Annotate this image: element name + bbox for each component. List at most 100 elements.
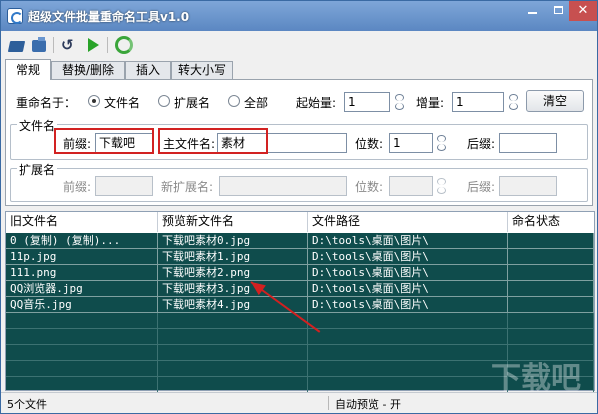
extension-group-title: 扩展名 <box>17 161 58 178</box>
tab-general[interactable]: 常规 <box>5 59 51 80</box>
rename-target-label: 重命名于： <box>16 96 77 110</box>
undo-icon: ↺ <box>61 36 74 54</box>
cell-old-name: QQ浏览器.jpg <box>6 281 158 297</box>
close-icon: ✕ <box>577 3 589 18</box>
toolbar-separator <box>107 37 108 53</box>
column-header-old-name[interactable]: 旧文件名 <box>6 212 158 232</box>
stepper-down-icon <box>509 103 518 110</box>
status-separator <box>328 396 329 410</box>
stepper-up-icon <box>437 135 446 142</box>
toolbar: ↺ <box>1 31 597 59</box>
open-folder-button[interactable] <box>31 37 49 53</box>
start-value-input[interactable]: 1 <box>344 92 390 112</box>
radio-extension[interactable] <box>158 95 170 107</box>
stepper-down-icon <box>437 187 446 194</box>
new-extension-input[interactable] <box>219 176 347 196</box>
ext-digits-input[interactable] <box>389 176 433 196</box>
app-window: 超级文件批量重命名工具v1.0 ✕ ↺ 常规 替换/删除 插入 转大小写 重命名… <box>0 0 598 414</box>
cell-new-name: 下载吧素材1.jpg <box>158 249 308 265</box>
cell-path: D:\tools\桌面\图片\ <box>308 265 508 281</box>
digits-label: 位数: <box>355 137 384 151</box>
radio-filename[interactable] <box>88 95 100 107</box>
empty-cell <box>508 329 594 345</box>
filename-group-title: 文件名 <box>17 117 58 134</box>
suffix-label: 后缀: <box>467 137 496 151</box>
new-extension-label: 新扩展名: <box>161 180 214 194</box>
maximize-button[interactable] <box>545 1 571 21</box>
minimize-icon <box>527 12 537 14</box>
ext-prefix-input[interactable] <box>95 176 153 196</box>
empty-cell <box>158 361 308 377</box>
empty-cell <box>6 313 158 329</box>
cell-status <box>508 249 594 265</box>
table-row[interactable]: QQ浏览器.jpg 下载吧素材3.jpg D:\tools\桌面\图片\ <box>6 281 594 297</box>
empty-cell <box>158 313 308 329</box>
cell-new-name: 下载吧素材0.jpg <box>158 233 308 249</box>
increment-input[interactable]: 1 <box>452 92 504 112</box>
open-files-icon <box>7 41 26 52</box>
maximize-icon <box>553 6 563 14</box>
stepper-down-icon <box>437 144 446 151</box>
toolbar-separator <box>53 37 54 53</box>
title-bar: 超级文件批量重命名工具v1.0 ✕ <box>1 1 597 31</box>
table-row[interactable]: QQ音乐.jpg 下载吧素材4.jpg D:\tools\桌面\图片\ <box>6 297 594 313</box>
radio-all[interactable] <box>228 95 240 107</box>
column-header-new-name[interactable]: 预览新文件名 <box>158 212 308 232</box>
cell-new-name: 下载吧素材3.jpg <box>158 281 308 297</box>
stepper-down-icon <box>395 103 404 110</box>
extension-group: 扩展名 前缀: 新扩展名: 位数: 后缀: <box>10 161 588 202</box>
tab-replace-delete[interactable]: 替换/删除 <box>51 61 125 79</box>
recycle-icon[interactable] <box>115 36 133 54</box>
close-button[interactable]: ✕ <box>569 1 597 21</box>
minimize-button[interactable] <box>519 1 545 21</box>
cell-status <box>508 265 594 281</box>
increment-stepper[interactable] <box>507 92 521 112</box>
cell-old-name: 11p.jpg <box>6 249 158 265</box>
stepper-up-icon <box>509 94 518 101</box>
ext-digits-stepper[interactable] <box>435 176 449 196</box>
digits-input[interactable]: 1 <box>389 133 433 153</box>
tab-case-convert[interactable]: 转大小写 <box>171 61 233 79</box>
start-value-stepper[interactable] <box>393 92 407 112</box>
open-files-button[interactable] <box>7 37 27 53</box>
app-icon <box>7 8 23 24</box>
run-rename-button[interactable] <box>85 37 103 53</box>
empty-cell <box>308 329 508 345</box>
cell-path: D:\tools\桌面\图片\ <box>308 281 508 297</box>
radio-all-label: 全部 <box>244 96 269 110</box>
folder-icon <box>32 37 46 52</box>
table-row[interactable]: 111.png 下载吧素材2.png D:\tools\桌面\图片\ <box>6 265 594 281</box>
digits-stepper[interactable] <box>435 133 449 153</box>
ext-prefix-label: 前缀: <box>63 180 92 194</box>
cell-status <box>508 297 594 313</box>
ext-digits-label: 位数: <box>355 180 384 194</box>
cell-status <box>508 233 594 249</box>
column-header-status[interactable]: 命名状态 <box>508 212 594 232</box>
cell-path: D:\tools\桌面\图片\ <box>308 249 508 265</box>
cell-status <box>508 281 594 297</box>
play-icon <box>88 38 99 52</box>
cell-path: D:\tools\桌面\图片\ <box>308 297 508 313</box>
watermark-logo: 下载吧 <box>491 361 581 396</box>
file-count: 5个文件 <box>7 398 47 411</box>
empty-cell <box>308 377 508 393</box>
start-label: 起始量: <box>296 96 337 110</box>
cell-new-name: 下载吧素材2.png <box>158 265 308 281</box>
ext-suffix-input[interactable] <box>499 176 557 196</box>
empty-cell <box>308 345 508 361</box>
empty-cell <box>6 361 158 377</box>
empty-cell <box>6 329 158 345</box>
radio-filename-label: 文件名 <box>104 96 141 110</box>
empty-cell <box>158 329 308 345</box>
suffix-input[interactable] <box>499 133 557 153</box>
empty-cell <box>158 377 308 393</box>
stepper-up-icon <box>395 94 404 101</box>
cell-old-name: 111.png <box>6 265 158 281</box>
clear-button[interactable]: 清空 <box>526 90 584 112</box>
tab-insert[interactable]: 插入 <box>125 61 171 79</box>
column-header-path[interactable]: 文件路径 <box>308 212 508 232</box>
table-row[interactable]: 0 (复制) (复制)... 下载吧素材0.jpg D:\tools\桌面\图片… <box>6 233 594 249</box>
table-row[interactable]: 11p.jpg 下载吧素材1.jpg D:\tools\桌面\图片\ <box>6 249 594 265</box>
radio-extension-label: 扩展名 <box>174 96 211 110</box>
undo-button[interactable]: ↺ <box>61 37 79 53</box>
